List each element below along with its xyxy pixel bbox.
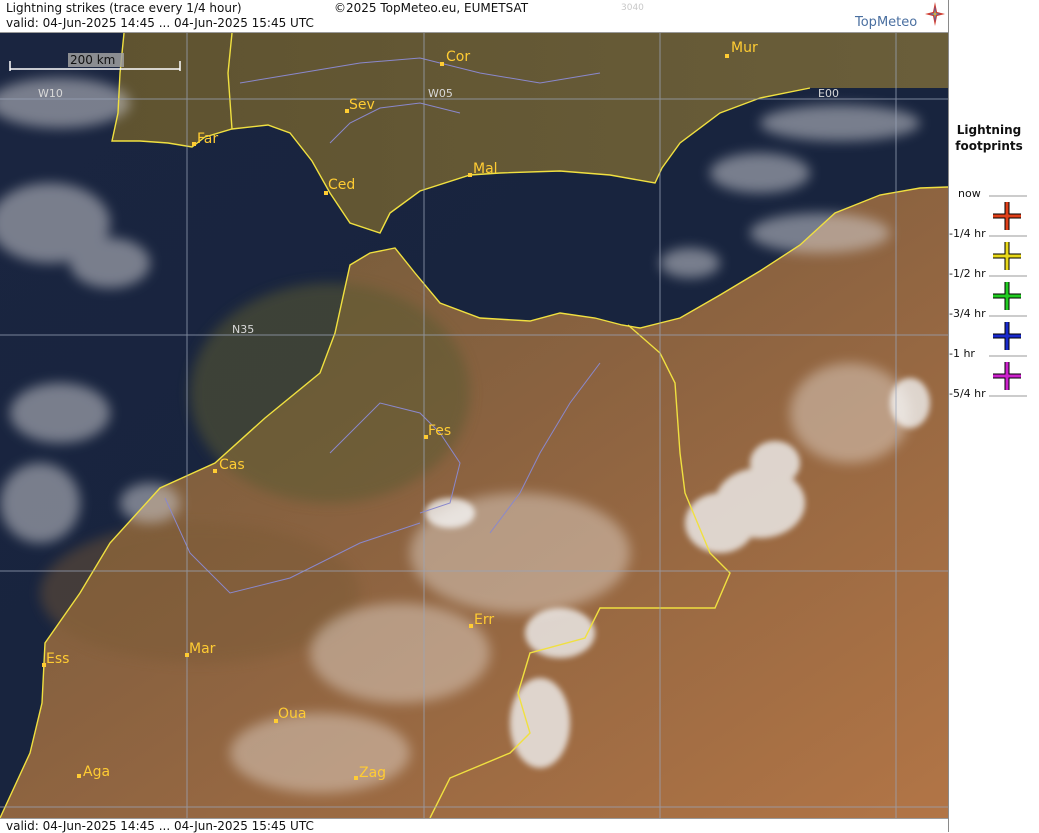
city-label-aga: Aga [83,764,110,780]
satellite-map[interactable]: W10 W05 E00 N35 200 km Cor Mur Sev Far C… [0,33,948,818]
footer-bar: valid: 04-Jun-2025 14:45 ... 04-Jun-2025… [0,818,948,833]
scale-bar-label: 200 km [70,53,115,67]
grid-label-e00: E00 [818,87,839,100]
legend-graphic [989,195,1027,397]
city-label-cas: Cas [219,457,245,473]
city-label-oua: Oua [278,706,306,722]
city-label-ess: Ess [46,651,69,667]
header-bar: Lightning strikes (trace every 1/4 hour)… [0,0,948,33]
city-label-mar: Mar [189,641,216,657]
legend-panel: Lightning footprints now -1/4 hr -1/2 hr… [949,0,1039,832]
grid-label-n35: N35 [232,323,254,336]
product-code: 3040 [621,3,644,13]
grid-label-w05: W05 [428,87,453,100]
copyright-text: ©2025 TopMeteo.eu, EUMETSAT [334,1,529,15]
city-label-mur: Mur [731,40,758,56]
city-label-ced: Ced [328,177,355,193]
city-label-cor: Cor [446,49,470,65]
topmeteo-star-icon [925,2,945,26]
topmeteo-logo-text: TopMeteo [855,15,918,30]
valid-time-bottom: valid: 04-Jun-2025 14:45 ... 04-Jun-2025… [6,819,314,833]
city-label-err: Err [474,612,494,628]
valid-time-top: valid: 04-Jun-2025 14:45 ... 04-Jun-2025… [6,16,314,30]
legend-cross-icon [993,282,1021,310]
legend-cross-icon [993,322,1021,350]
city-label-fes: Fes [428,423,451,439]
city-label-mal: Mal [473,161,498,177]
city-label-sev: Sev [349,97,375,113]
legend-cross-icon [993,242,1021,270]
legend-cross-icon [993,362,1021,390]
grid-label-w10: W10 [38,87,63,100]
city-label-far: Far [197,131,218,147]
city-label-zag: Zag [359,765,386,781]
map-title: Lightning strikes (trace every 1/4 hour) [6,1,242,15]
legend-cross-icon [993,202,1021,230]
